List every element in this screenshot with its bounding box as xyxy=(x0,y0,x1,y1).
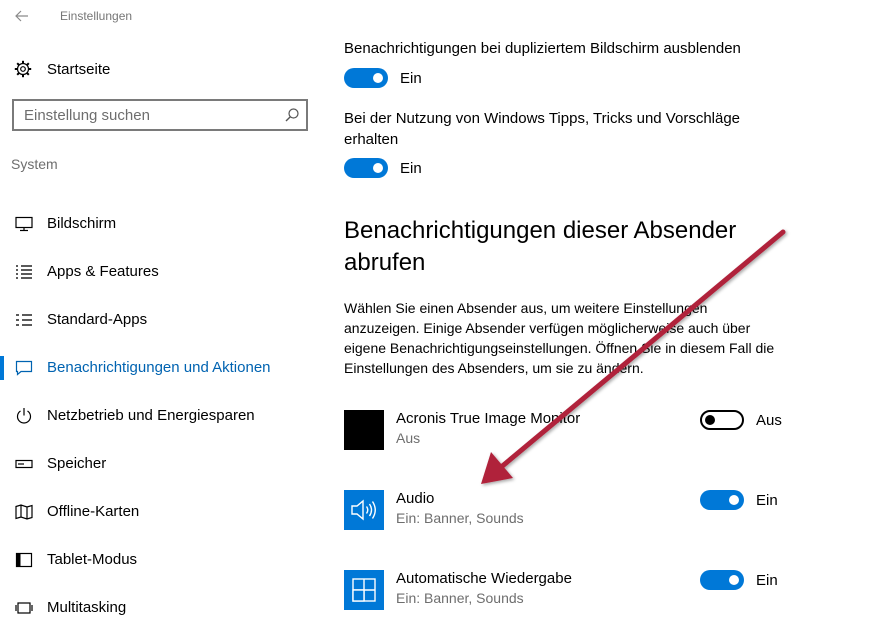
sidebar-item-bildschirm[interactable]: Bildschirm xyxy=(0,200,330,248)
sender-autoplay[interactable]: Automatische Wiedergabe Ein: Banner, Sou… xyxy=(344,570,794,612)
sender-audio[interactable]: Audio Ein: Banner, Sounds Ein xyxy=(344,490,794,532)
sidebar-item-label: Apps & Features xyxy=(47,263,159,280)
active-indicator xyxy=(0,356,4,380)
sidebar-item-label: Offline-Karten xyxy=(47,503,140,520)
sender-status: Ein: Banner, Sounds xyxy=(396,590,524,606)
sender-status: Ein: Banner, Sounds xyxy=(396,510,524,526)
toggle-knob xyxy=(729,495,739,505)
group-label: System xyxy=(11,156,58,172)
search-icon[interactable] xyxy=(284,107,300,123)
message-icon xyxy=(15,360,33,376)
sidebar-item-speicher[interactable]: Speicher xyxy=(0,440,330,488)
sidebar-item-offline-karten[interactable]: Offline-Karten xyxy=(0,488,330,536)
speaker-icon xyxy=(344,490,384,530)
home-label: Startseite xyxy=(47,60,111,78)
sidebar-item-tablet-modus[interactable]: Tablet-Modus xyxy=(0,536,330,584)
sidebar-item-netzbetrieb[interactable]: Netzbetrieb und Energiesparen xyxy=(0,392,330,440)
sidebar-item-label: Tablet-Modus xyxy=(47,551,138,568)
setting-duplicate-screen-row: Ein xyxy=(344,66,422,90)
sender-acronis[interactable]: Acronis True Image Monitor Aus Aus xyxy=(344,410,794,452)
toggle-state-label: Ein xyxy=(400,69,422,87)
setting-duplicate-screen-title: Benachrichtigungen bei dupliziertem Bild… xyxy=(344,40,741,57)
toggle-state-label: Ein xyxy=(400,159,422,177)
sidebar-item-label: Speicher xyxy=(47,455,107,472)
monitor-icon xyxy=(15,216,33,232)
main-content: Benachrichtigungen bei dupliziertem Bild… xyxy=(344,0,879,622)
back-button[interactable] xyxy=(10,4,34,28)
windows-tips-toggle[interactable] xyxy=(344,158,388,178)
toggle-knob xyxy=(729,575,739,585)
toggle-knob xyxy=(373,163,383,173)
app-title: Einstellungen xyxy=(60,9,133,23)
sidebar: Startseite System Bildschirm Apps & Feat… xyxy=(0,32,330,622)
acronis-toggle[interactable] xyxy=(700,410,744,430)
toggle-knob xyxy=(373,73,383,83)
search-input[interactable] xyxy=(24,105,274,125)
setting-windows-tips-title: Bei der Nutzung von Windows Tipps, Trick… xyxy=(344,110,741,148)
sender-toggle-row: Ein xyxy=(700,570,778,590)
sidebar-item-multitasking[interactable]: Multitasking xyxy=(0,584,330,622)
list-icon xyxy=(16,265,32,279)
acronis-icon xyxy=(344,410,384,450)
section-description: Wählen Sie einen Absender aus, um weiter… xyxy=(344,300,775,376)
sidebar-item-label: Bildschirm xyxy=(47,215,117,232)
gear-icon xyxy=(14,60,32,78)
toggle-knob xyxy=(705,415,715,425)
power-icon xyxy=(16,408,32,424)
sidebar-item-label: Standard-Apps xyxy=(47,311,148,328)
sidebar-item-label: Multitasking xyxy=(47,599,127,616)
home-link[interactable]: Startseite xyxy=(14,58,110,80)
autoplay-icon xyxy=(344,570,384,610)
autoplay-toggle[interactable] xyxy=(700,570,744,590)
section-heading: Benachrichtigungen dieser Absender abruf… xyxy=(344,217,737,276)
duplicate-screen-toggle[interactable] xyxy=(344,68,388,88)
toggle-state-label: Aus xyxy=(756,411,782,429)
toggle-state-label: Ein xyxy=(756,491,778,509)
sidebar-item-label: Benachrichtigungen und Aktionen xyxy=(47,359,271,376)
sender-name: Automatische Wiedergabe xyxy=(396,570,572,587)
sender-name: Audio xyxy=(396,490,435,507)
default-apps-icon xyxy=(16,314,32,326)
toggle-state-label: Ein xyxy=(756,571,778,589)
audio-toggle[interactable] xyxy=(700,490,744,510)
sender-status: Aus xyxy=(396,430,421,446)
sender-toggle-row: Ein xyxy=(700,490,778,510)
arrow-left-icon xyxy=(15,10,28,22)
sidebar-item-label: Netzbetrieb und Energiesparen xyxy=(47,407,255,424)
sidebar-item-benachrichtigungen[interactable]: Benachrichtigungen und Aktionen xyxy=(0,344,330,392)
map-icon xyxy=(15,504,33,520)
sender-toggle-row: Aus xyxy=(700,410,782,430)
storage-icon xyxy=(15,459,33,469)
sidebar-nav: Bildschirm Apps & Features Standard-Apps… xyxy=(0,200,330,622)
sidebar-item-standard-apps[interactable]: Standard-Apps xyxy=(0,296,330,344)
tablet-icon xyxy=(15,552,33,568)
multitasking-icon xyxy=(15,602,33,614)
search-box[interactable] xyxy=(12,99,308,131)
sidebar-item-apps-features[interactable]: Apps & Features xyxy=(0,248,330,296)
setting-windows-tips-row: Ein xyxy=(344,156,422,180)
sender-name: Acronis True Image Monitor xyxy=(396,410,581,427)
